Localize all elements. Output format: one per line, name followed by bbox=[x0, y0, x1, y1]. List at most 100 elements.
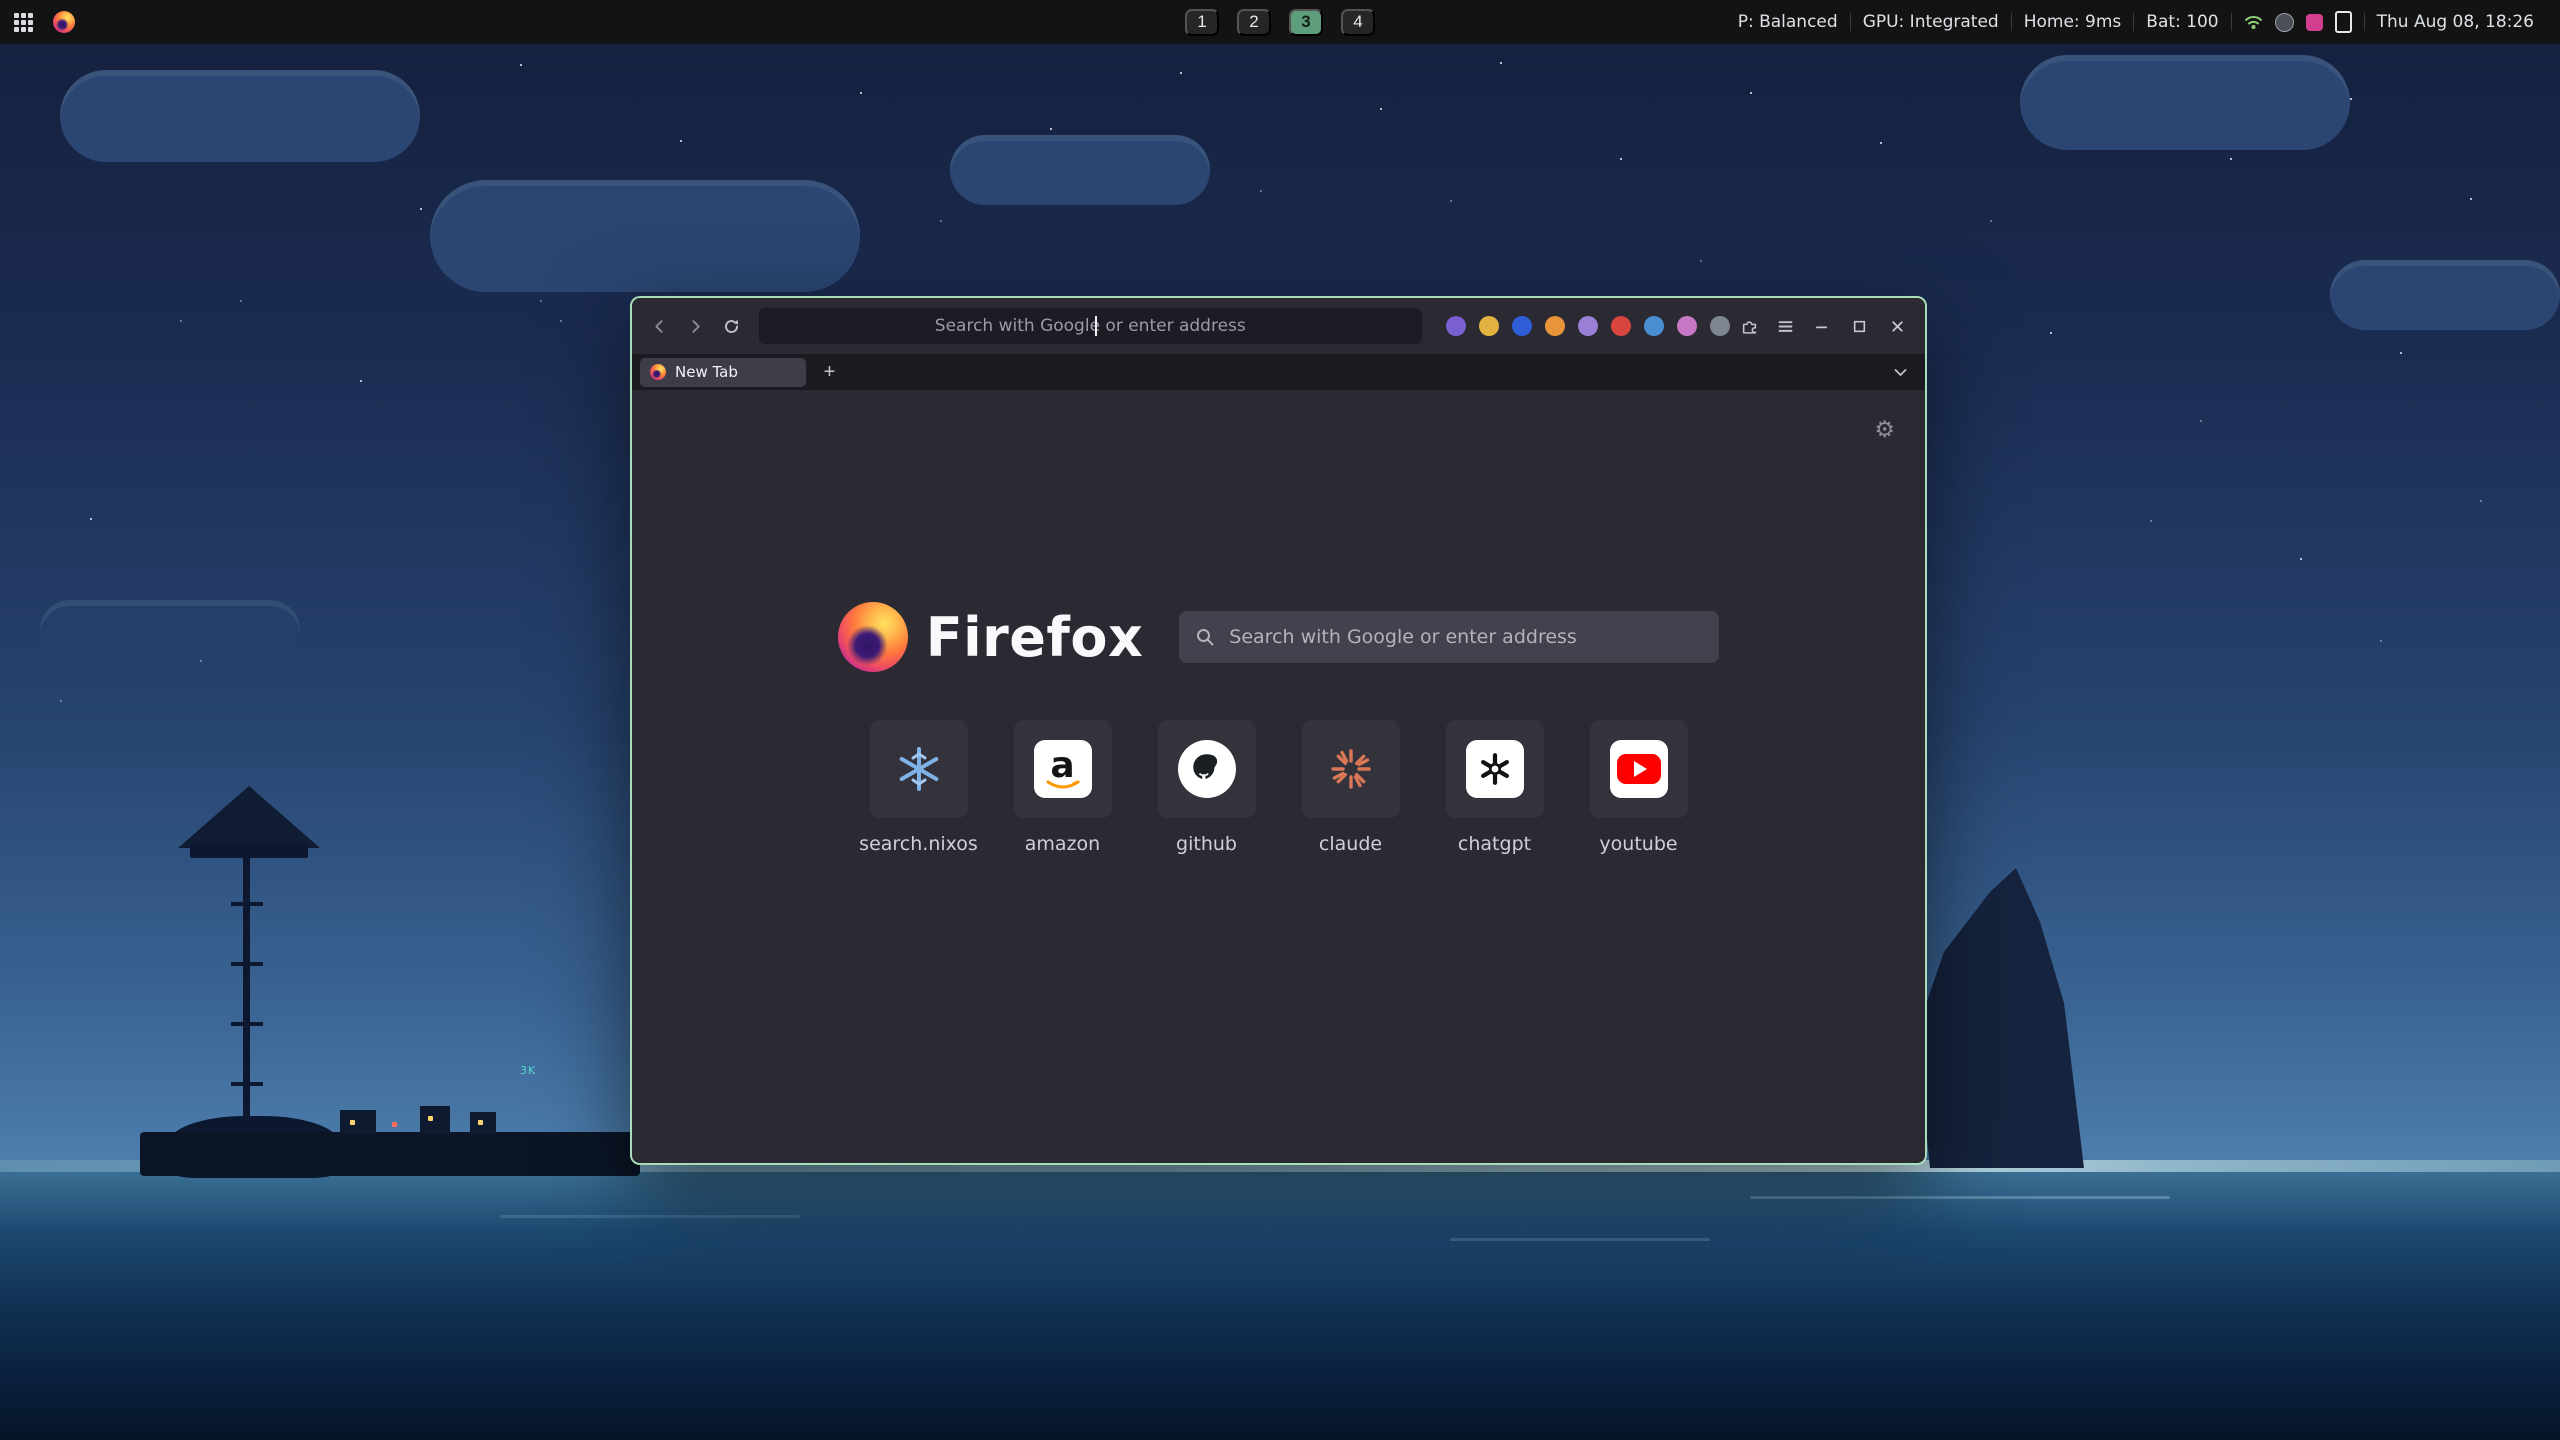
new-tab-button[interactable]: + bbox=[816, 359, 843, 386]
cloud bbox=[2020, 55, 2350, 150]
url-input[interactable] bbox=[759, 307, 1422, 345]
youtube-play-badge bbox=[1617, 754, 1661, 784]
back-button[interactable] bbox=[644, 310, 676, 342]
shortcut-tile bbox=[1446, 720, 1544, 818]
water-streak bbox=[1450, 1238, 1710, 1241]
close-icon bbox=[1890, 319, 1905, 334]
workspace-button-1[interactable]: 1 bbox=[1185, 9, 1219, 36]
shortcut-label: amazon bbox=[1025, 833, 1100, 855]
shortcut-chatgpt[interactable]: chatgpt bbox=[1446, 720, 1544, 855]
extension-icon[interactable] bbox=[1446, 316, 1466, 336]
clock: Thu Aug 08, 18:26 bbox=[2365, 12, 2546, 32]
octocat-icon bbox=[1188, 750, 1226, 788]
puzzle-icon bbox=[1741, 318, 1758, 335]
extension-icon[interactable] bbox=[1578, 316, 1598, 336]
extension-icon[interactable] bbox=[1611, 316, 1631, 336]
youtube-icon bbox=[1610, 740, 1668, 798]
shortcut-label: github bbox=[1176, 833, 1237, 855]
extension-icon[interactable] bbox=[1710, 316, 1730, 336]
apps-grid-icon bbox=[14, 13, 33, 32]
water-streak bbox=[1750, 1196, 2170, 1199]
extension-icon[interactable] bbox=[1512, 316, 1532, 336]
chatgpt-icon bbox=[1466, 740, 1524, 798]
shortcut-github[interactable]: github bbox=[1158, 720, 1256, 855]
forward-button[interactable] bbox=[680, 310, 712, 342]
extension-icon[interactable] bbox=[1677, 316, 1697, 336]
wifi-icon[interactable] bbox=[2244, 14, 2263, 30]
workspace-button-4[interactable]: 4 bbox=[1341, 9, 1375, 36]
personalize-gear-button[interactable]: ⚙ bbox=[1874, 416, 1895, 443]
nixos-snowflake-icon bbox=[896, 746, 942, 792]
extension-icon[interactable] bbox=[1479, 316, 1499, 336]
newtab-search-bar bbox=[1179, 611, 1719, 663]
forward-icon bbox=[687, 318, 704, 335]
workspace-button-2[interactable]: 2 bbox=[1237, 9, 1271, 36]
chevron-down-icon bbox=[1894, 368, 1907, 377]
amazon-icon: a bbox=[1034, 740, 1092, 798]
workspace-button-3[interactable]: 3 bbox=[1289, 9, 1323, 36]
firefox-logo bbox=[838, 602, 908, 672]
app-launcher-button[interactable] bbox=[14, 13, 33, 32]
battery-status: Bat: 100 bbox=[2134, 12, 2230, 32]
wallpaper-sign: 3K bbox=[520, 1064, 536, 1077]
system-tray bbox=[2232, 11, 2364, 33]
shortcut-youtube[interactable]: youtube bbox=[1590, 720, 1688, 855]
color-picker-icon[interactable] bbox=[2306, 14, 2323, 31]
shortcut-claude[interactable]: claude bbox=[1302, 720, 1400, 855]
ocean bbox=[0, 1172, 2560, 1440]
shortcut-grid: search.nixos a amazon bbox=[632, 720, 1925, 855]
github-icon bbox=[1178, 740, 1236, 798]
shortcut-label: claude bbox=[1319, 833, 1382, 855]
back-icon bbox=[651, 318, 668, 335]
play-icon bbox=[1634, 761, 1647, 777]
cloud bbox=[60, 70, 420, 162]
tab-new-tab[interactable]: New Tab bbox=[640, 358, 806, 387]
reload-icon bbox=[723, 318, 740, 335]
tab-bar: New Tab + bbox=[632, 354, 1925, 390]
openai-knot-icon bbox=[1476, 750, 1514, 788]
extension-toolbar bbox=[1446, 316, 1730, 336]
extensions-puzzle-button[interactable] bbox=[1734, 310, 1766, 342]
maximize-button[interactable] bbox=[1843, 310, 1875, 342]
claude-starburst-icon bbox=[1329, 747, 1373, 791]
shortcut-label: search.nixos bbox=[859, 833, 978, 855]
minimize-icon bbox=[1814, 319, 1829, 334]
extension-icon[interactable] bbox=[1644, 316, 1664, 336]
newtab-hero: Firefox bbox=[632, 602, 1925, 672]
close-button[interactable] bbox=[1881, 310, 1913, 342]
water-streak bbox=[500, 1215, 800, 1218]
extension-icon[interactable] bbox=[1545, 316, 1565, 336]
display-icon[interactable] bbox=[2335, 11, 2352, 33]
list-all-tabs-button[interactable] bbox=[1887, 359, 1913, 385]
shortcut-amazon[interactable]: a amazon bbox=[1014, 720, 1112, 855]
firefox-wordmark: Firefox bbox=[926, 606, 1144, 669]
cloud bbox=[950, 135, 1210, 205]
url-bar bbox=[759, 308, 1422, 344]
browser-toolbar bbox=[632, 298, 1925, 354]
amazon-smile-icon bbox=[1045, 780, 1081, 792]
hamburger-icon bbox=[1777, 318, 1794, 335]
firefox-taskbar-icon[interactable] bbox=[53, 11, 75, 33]
workspace-switcher: 1 2 3 4 bbox=[1185, 0, 1375, 44]
shortcut-tile bbox=[1158, 720, 1256, 818]
newtab-search-input[interactable] bbox=[1227, 625, 1703, 649]
reload-button[interactable] bbox=[715, 310, 747, 342]
tab-title: New Tab bbox=[675, 363, 738, 381]
shortcut-tile: a bbox=[1014, 720, 1112, 818]
search-icon bbox=[1195, 627, 1215, 647]
shortcut-label: chatgpt bbox=[1458, 833, 1531, 855]
shortcut-tile bbox=[870, 720, 968, 818]
shortcut-tile bbox=[1590, 720, 1688, 818]
shortcut-tile bbox=[1302, 720, 1400, 818]
ping-status: Home: 9ms bbox=[2012, 12, 2134, 32]
cloud bbox=[430, 180, 860, 292]
shortcut-search-nixos[interactable]: search.nixos bbox=[870, 720, 968, 855]
cloud bbox=[2330, 260, 2560, 330]
menu-button[interactable] bbox=[1769, 310, 1801, 342]
window-controls bbox=[1805, 310, 1913, 342]
minimize-button[interactable] bbox=[1805, 310, 1837, 342]
notification-icon[interactable] bbox=[2275, 13, 2294, 32]
power-profile-status: P: Balanced bbox=[1726, 12, 1850, 32]
text-caret bbox=[1095, 316, 1097, 336]
gpu-status: GPU: Integrated bbox=[1851, 12, 2011, 32]
